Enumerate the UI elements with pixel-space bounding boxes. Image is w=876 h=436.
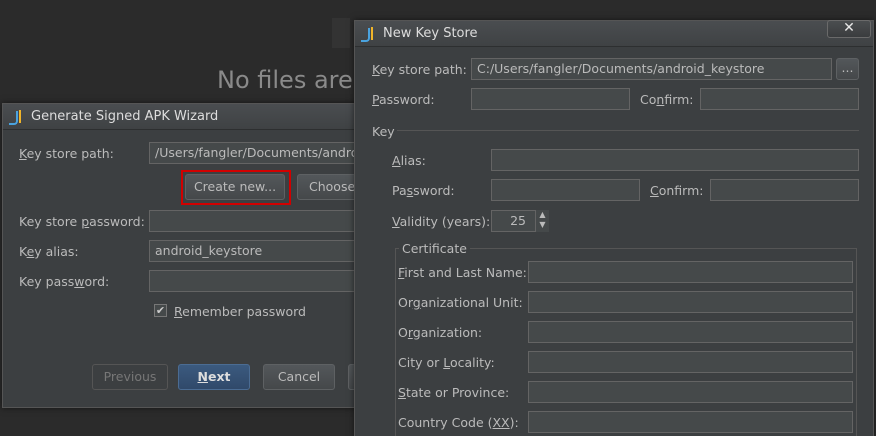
- ks-path-label: Key store path:: [372, 62, 467, 77]
- organization-field[interactable]: [528, 321, 853, 343]
- create-new-highlight: [181, 170, 291, 205]
- remember-password-checkbox[interactable]: ✔: [154, 304, 167, 317]
- background-panel-fragment: [332, 18, 350, 48]
- alias-label: Alias:: [392, 153, 426, 168]
- ks-confirm-field[interactable]: [700, 88, 859, 110]
- empty-editor-placeholder: No files are: [217, 66, 353, 94]
- ks-path-field[interactable]: C:/Users/fangler/Documents/android_keyst…: [471, 58, 832, 80]
- certificate-section-title: Certificate: [399, 241, 470, 256]
- wizard-title: Generate Signed APK Wizard: [31, 109, 219, 124]
- key-confirm-field[interactable]: [710, 179, 859, 201]
- key-section-title: Key: [372, 124, 395, 139]
- remember-password-label[interactable]: Remember password: [174, 304, 306, 319]
- ks-password-field[interactable]: [471, 88, 630, 110]
- city-label: City or Locality:: [398, 355, 495, 370]
- validity-label: Validity (years):: [392, 214, 491, 229]
- key-confirm-label: Confirm:: [650, 183, 704, 198]
- city-field[interactable]: [528, 351, 853, 373]
- ks-password-label: Password:: [372, 92, 435, 107]
- country-code-field[interactable]: [528, 411, 853, 433]
- intellij-app-icon: [361, 26, 377, 42]
- state-label: State or Province:: [398, 385, 510, 400]
- previous-button[interactable]: Previous: [92, 364, 168, 390]
- org-unit-label: Organizational Unit:: [398, 295, 523, 310]
- key-password-field[interactable]: [491, 179, 640, 201]
- browse-button[interactable]: ...: [836, 58, 859, 80]
- key-password-label: Password:: [392, 183, 455, 198]
- state-field[interactable]: [528, 381, 853, 403]
- key-section-divider: [397, 130, 859, 131]
- key-alias-field[interactable]: android_keystore: [149, 240, 369, 262]
- organization-label: Organization:: [398, 325, 483, 340]
- spinner-down-icon[interactable]: ▼: [536, 220, 549, 230]
- intellij-app-icon: [9, 109, 25, 125]
- key-password-label: Key password:: [19, 274, 110, 289]
- first-last-name-field[interactable]: [528, 261, 853, 283]
- keystore-title: New Key Store: [383, 26, 478, 41]
- country-code-label: Country Code (XX):: [398, 415, 519, 430]
- ks-confirm-label: Confirm:: [640, 92, 694, 107]
- key-alias-label: Key alias:: [19, 244, 79, 259]
- alias-field[interactable]: [491, 149, 859, 171]
- first-last-name-label: First and Last Name:: [398, 265, 527, 280]
- spinner-up-icon[interactable]: ▲: [536, 210, 549, 220]
- close-icon: ✕: [843, 20, 855, 36]
- key-store-password-field[interactable]: [149, 210, 369, 232]
- key-password-field[interactable]: [149, 270, 369, 292]
- generate-signed-apk-wizard: Generate Signed APK Wizard Key store pat…: [2, 103, 388, 408]
- keystore-titlebar[interactable]: New Key Store: [355, 21, 873, 47]
- validity-spinner-buttons[interactable]: ▲ ▼: [535, 210, 549, 232]
- next-button[interactable]: Next: [178, 364, 250, 390]
- key-store-password-label: Key store password:: [19, 214, 145, 229]
- key-store-path-field[interactable]: /Users/fangler/Documents/android_keystor…: [149, 142, 369, 164]
- wizard-titlebar[interactable]: Generate Signed APK Wizard: [3, 104, 361, 130]
- checkmark-icon: ✔: [155, 304, 166, 317]
- close-button[interactable]: ✕: [827, 20, 871, 38]
- key-store-path-label: Key store path:: [19, 146, 114, 161]
- org-unit-field[interactable]: [528, 291, 853, 313]
- new-key-store-dialog: New Key Store ✕ Key store path: C:/Users…: [354, 20, 874, 436]
- cancel-button[interactable]: Cancel: [263, 364, 335, 390]
